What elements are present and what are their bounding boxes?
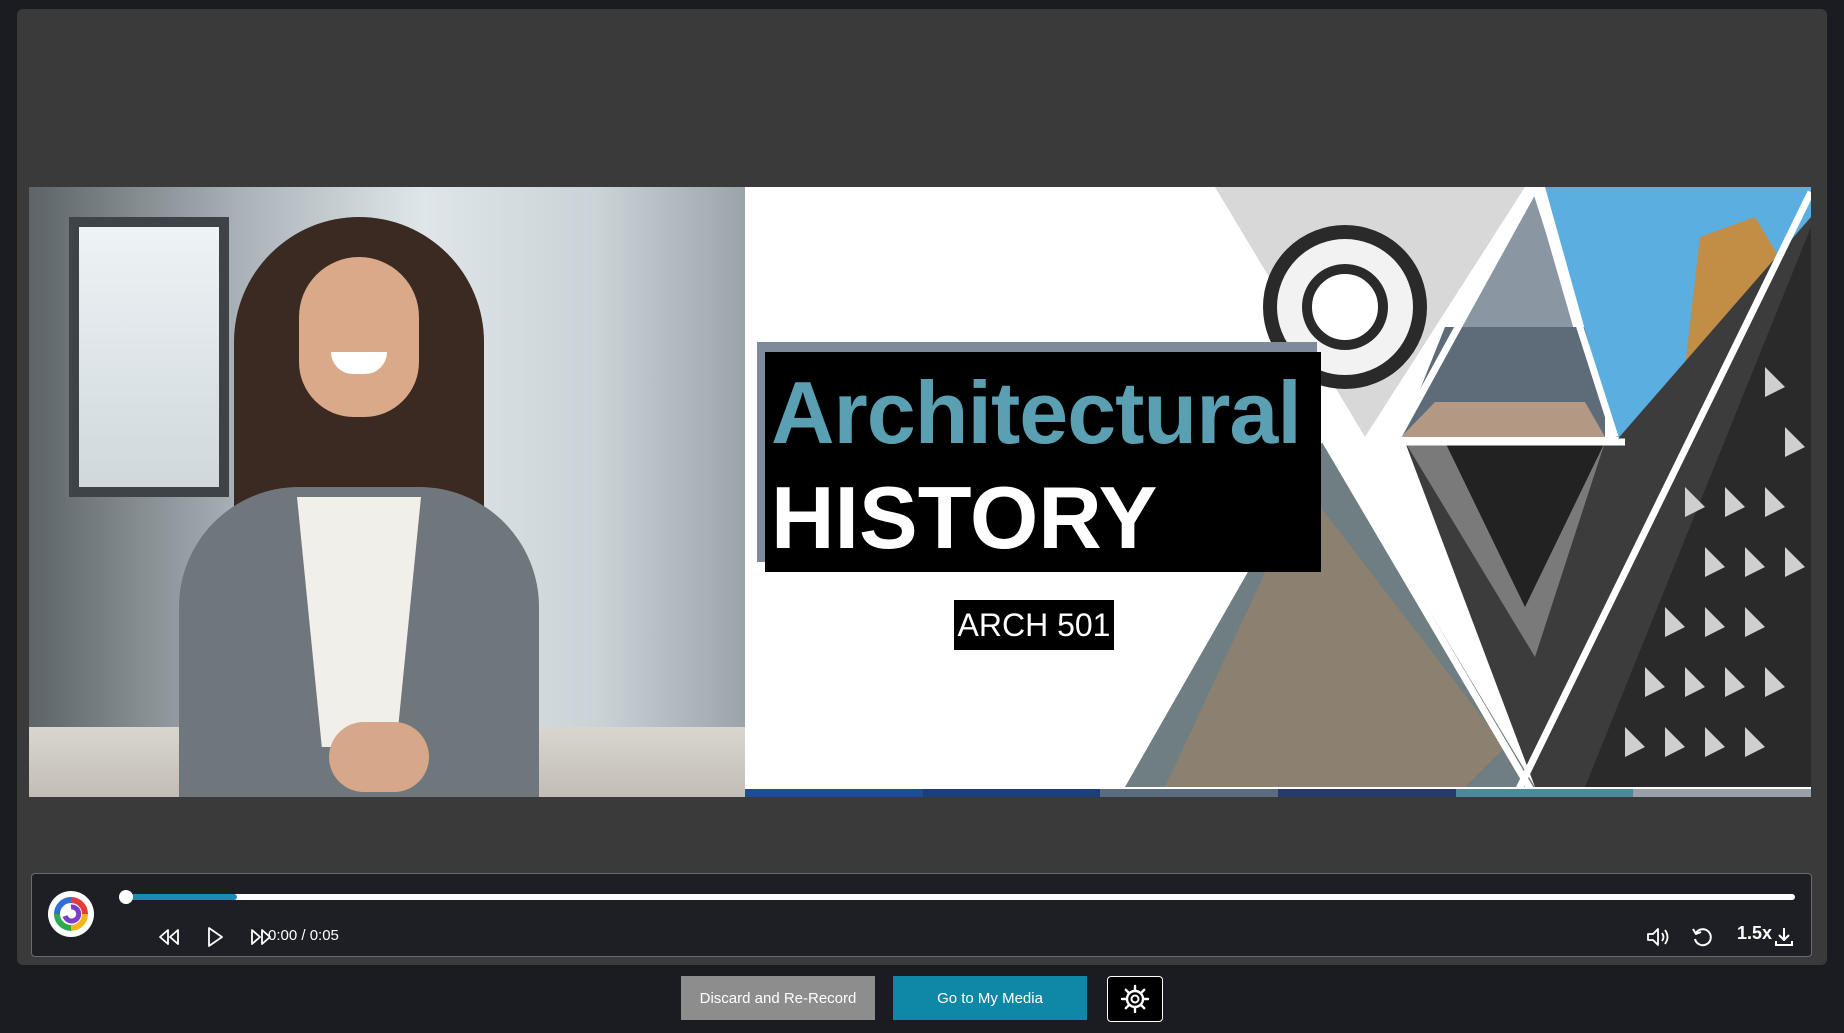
scrubber-handle[interactable] [119, 890, 133, 904]
go-to-my-media-button[interactable]: Go to My Media [893, 976, 1087, 1020]
rewind-icon [159, 929, 179, 945]
stripe-segment [922, 789, 1101, 797]
playback-speed-button[interactable]: 1.5x [1737, 923, 1772, 944]
slide-title-line2: HISTORY [771, 468, 1158, 567]
play-button[interactable] [200, 924, 230, 950]
background-window [69, 217, 229, 497]
course-code: ARCH 501 [954, 600, 1114, 650]
download-button[interactable] [1769, 924, 1799, 950]
presentation-slide: Architectural HISTORY ARCH 501 [745, 187, 1811, 797]
replay-button[interactable] [1687, 924, 1717, 950]
gear-icon [1120, 984, 1150, 1014]
settings-button[interactable] [1107, 976, 1163, 1022]
stripe-segment [745, 789, 923, 797]
download-icon [1775, 928, 1793, 946]
slide-color-stripe [745, 789, 1811, 797]
rewind-button[interactable] [154, 924, 184, 950]
progress-scrubber[interactable] [119, 890, 1795, 904]
player-control-bar: 0:00 / 0:05 1.5x [31, 873, 1812, 957]
time-display: 0:00 / 0:05 [268, 927, 339, 944]
stripe-segment [1100, 789, 1279, 797]
player-stage: Architectural HISTORY ARCH 501 [17, 9, 1827, 965]
replay-icon [1692, 928, 1712, 947]
slide-title-line1: Architectural [771, 363, 1302, 462]
stripe-segment [1455, 789, 1634, 797]
discard-rerecord-button[interactable]: Discard and Re-Record [681, 976, 875, 1020]
player-logo-icon [48, 891, 94, 937]
stripe-segment [1278, 789, 1456, 797]
presenter-hands [329, 722, 429, 792]
progress-buffered [125, 894, 237, 900]
presenter-face [299, 257, 419, 417]
presenter-camera-feed [29, 187, 745, 797]
volume-icon [1647, 928, 1669, 946]
volume-button[interactable] [1643, 924, 1673, 950]
play-icon [208, 927, 223, 947]
stripe-segment [1633, 789, 1811, 797]
video-frame[interactable]: Architectural HISTORY ARCH 501 [29, 187, 1811, 797]
